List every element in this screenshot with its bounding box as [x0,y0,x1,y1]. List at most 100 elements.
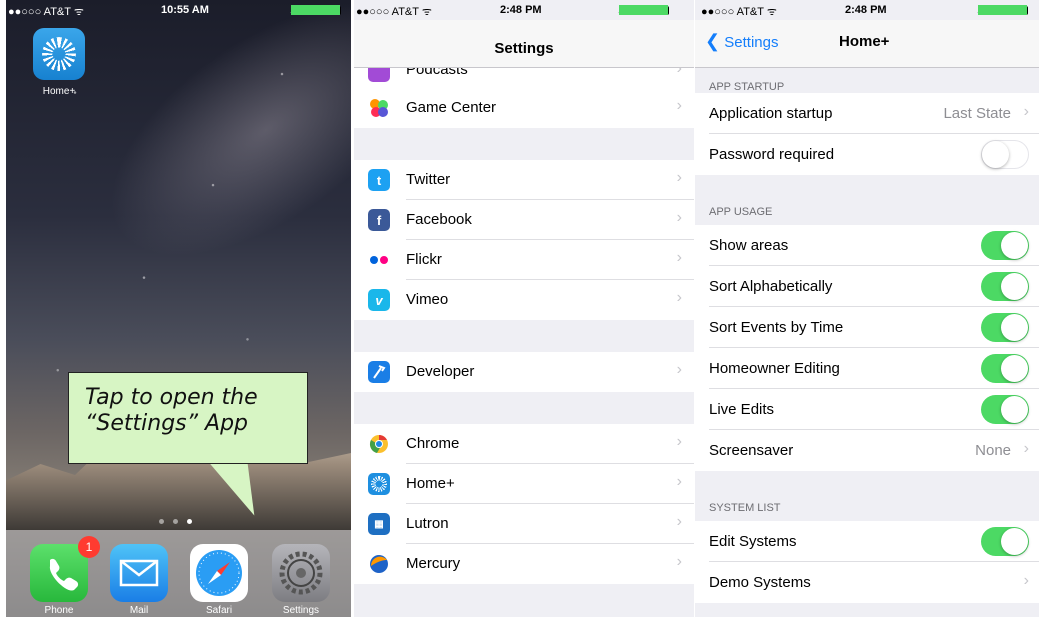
twitter-icon: t [368,169,390,191]
row-label: Screensaver [709,442,794,459]
podcasts-icon [368,68,390,82]
chevron-right-icon: › [676,169,682,186]
homeowner-editing-row: Homeowner Editing [695,348,1039,389]
homeplus-settings-panel: ●●○○○ AT&T ᯤ 2:48 PM 100% ❮ Settings Hom… [695,0,1039,617]
carrier-signal: ●●○○○ AT&T ᯤ [8,6,84,18]
row-label: Application startup [709,105,833,122]
password-required-toggle[interactable] [981,140,1029,169]
safari-label: Safari [205,605,233,616]
row-label: Homeowner Editing [709,360,840,377]
page-title: Home+ [839,33,890,50]
row-label: Developer [406,363,475,380]
battery-percent: 100% [977,4,1029,16]
settings-label: Settings [282,605,320,616]
screensaver-row[interactable]: Screensaver None › [695,430,1039,471]
sort-events-toggle[interactable] [981,313,1029,342]
settings-row-homeplus[interactable]: Home+ › [354,464,694,504]
back-button[interactable]: ❮ Settings [705,31,778,52]
row-label: Live Edits [709,401,775,418]
page-dots [159,519,192,524]
instruction-callout: Tap to open the “Settings” App [68,372,308,464]
phone-label: Phone [44,605,74,616]
status-bar: ●●○○○ AT&T ᯤ 2:48 PM 100% [695,0,1039,20]
row-label: Sort Events by Time [709,319,844,336]
safari-app-icon[interactable] [190,544,248,602]
chrome-icon [368,433,390,455]
phone-badge: 1 [78,536,100,558]
password-required-row: Password required [695,134,1039,175]
battery-percent: 100% [618,4,670,16]
battery-icon [1008,5,1029,15]
homeplus-icon [368,473,390,495]
carrier-signal: ●●○○○ AT&T ᯤ [356,6,432,18]
dock: Phone Mail Safari Settings [6,530,351,617]
home-screen-panel: ●●○○○ AT&T ᯤ 10:55 AM 100% Home+ Tap to … [6,0,351,617]
mail-label: Mail [129,605,149,616]
row-label: Edit Systems [709,533,797,550]
homeplus-app-label: Home+ [42,86,76,97]
show-areas-toggle[interactable] [981,231,1029,260]
callout-line-2: “Settings” App [85,411,249,436]
chevron-right-icon: › [676,513,682,530]
application-startup-row[interactable]: Application startup Last State › [695,93,1039,134]
row-label: Game Center [406,99,497,116]
chevron-right-icon: › [676,249,682,266]
sunburst-icon [42,37,76,71]
chevron-right-icon: › [676,433,682,450]
settings-panel: ●●○○○ AT&T ᯤ 2:48 PM 100% Settings Podca… [354,0,694,617]
row-label: Demo Systems [709,574,811,591]
chevron-right-icon: › [676,68,682,77]
settings-row-facebook[interactable]: f Facebook › [354,200,694,240]
edit-systems-toggle[interactable] [981,527,1029,556]
status-time: 2:48 PM [500,4,542,16]
settings-row-flickr[interactable]: Flickr › [354,240,694,280]
status-bar: ●●○○○ AT&T ᯤ 2:48 PM 100% [354,0,694,20]
game-center-icon [368,97,390,119]
row-label: Twitter [406,171,451,188]
settings-row-podcasts[interactable]: Podcasts › [354,68,694,88]
chevron-right-icon: › [1023,572,1029,589]
settings-row-chrome[interactable]: Chrome › [354,424,694,464]
settings-row-developer[interactable]: Developer › [354,352,694,392]
show-areas-row: Show areas [695,225,1039,266]
live-edits-row: Live Edits [695,389,1039,430]
section-header-app-usage: APP USAGE [709,206,773,218]
homeplus-app-icon[interactable] [33,28,85,80]
section-header-app-startup: APP STARTUP [709,81,785,93]
status-time: 2:48 PM [845,4,887,16]
settings-row-twitter[interactable]: t Twitter › [354,160,694,200]
chevron-right-icon: › [676,553,682,570]
chevron-right-icon: › [676,361,682,378]
chevron-right-icon: › [676,209,682,226]
sort-alphabetically-row: Sort Alphabetically [695,266,1039,307]
flickr-icon [368,249,390,271]
section-header-system-list: SYSTEM LIST [709,502,781,514]
vimeo-icon: v [368,289,390,311]
row-label: Password required [709,146,835,163]
battery-icon [649,5,670,15]
mail-app-icon[interactable] [110,544,168,602]
row-label: Podcasts [406,68,468,78]
mercury-icon [368,553,390,575]
battery-icon [321,5,342,15]
settings-app-icon[interactable] [272,544,330,602]
demo-systems-row[interactable]: Demo Systems › [695,562,1039,603]
row-label: Show areas [709,237,789,254]
chevron-left-icon: ❮ [705,31,721,51]
facebook-icon: f [368,209,390,231]
settings-row-mercury[interactable]: Mercury › [354,544,694,584]
chevron-right-icon: › [676,97,682,114]
page-title: Settings [494,40,554,57]
callout-line-1: Tap to open the [85,385,258,410]
homeowner-editing-toggle[interactable] [981,354,1029,383]
settings-row-vimeo[interactable]: v Vimeo › [354,280,694,320]
row-label: Lutron [406,515,449,532]
settings-row-lutron[interactable]: ▦ Lutron › [354,504,694,544]
chevron-right-icon: › [676,289,682,306]
navigation-bar: Settings [354,20,694,68]
status-time: 10:55 AM [161,4,209,16]
row-label: Home+ [406,475,455,492]
sort-alphabetically-toggle[interactable] [981,272,1029,301]
settings-row-game-center[interactable]: Game Center › [354,88,694,128]
live-edits-toggle[interactable] [981,395,1029,424]
